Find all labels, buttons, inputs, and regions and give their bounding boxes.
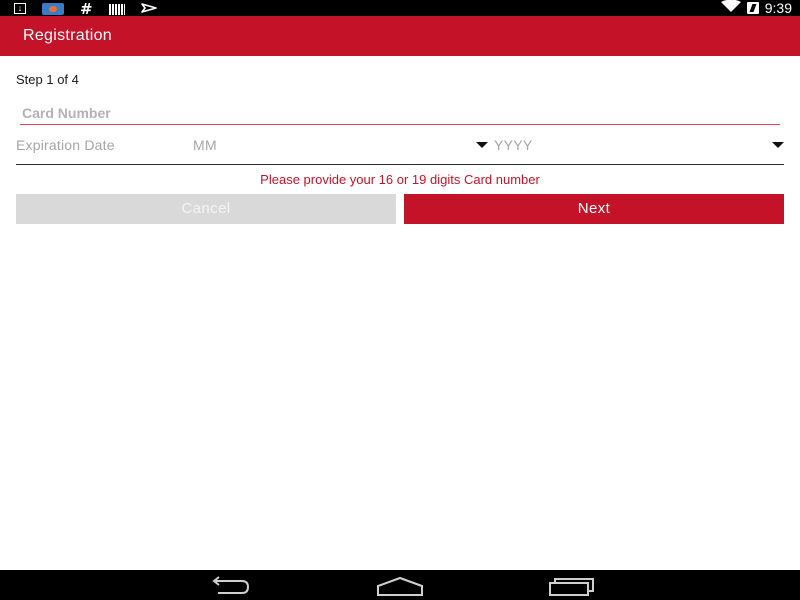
barcode-icon xyxy=(108,3,125,15)
expiration-year-value: YYYY xyxy=(494,137,533,153)
card-number-input[interactable] xyxy=(22,105,762,121)
battery-charging-icon xyxy=(746,2,759,14)
page-title: Registration xyxy=(23,27,112,44)
notification-icons: ↓ # xyxy=(14,0,173,18)
wifi-icon xyxy=(720,0,747,17)
airplane-icon xyxy=(140,1,157,15)
navigation-bar xyxy=(0,570,800,600)
expiration-date-row: Expiration Date MM YYYY xyxy=(16,134,784,165)
app-bar: Registration xyxy=(0,16,800,56)
expiration-month-select[interactable]: MM xyxy=(192,134,488,158)
expiration-date-label: Expiration Date xyxy=(16,137,115,153)
dropdown-arrow-icon xyxy=(476,142,488,148)
status-bar: ↓ # 9:39 xyxy=(0,0,800,18)
card-number-field xyxy=(20,102,780,125)
back-icon[interactable] xyxy=(204,574,254,596)
system-icons: 9:39 xyxy=(720,0,792,17)
registration-screen: ↓ # 9:39 Registration Step 1 of 4 Card N… xyxy=(0,0,800,600)
validation-error-message: Please provide your 16 or 19 digits Card… xyxy=(260,172,540,187)
step-indicator: Step 1 of 4 xyxy=(16,72,79,87)
dropdown-arrow-icon xyxy=(772,142,784,148)
home-icon[interactable] xyxy=(375,574,425,596)
expiration-year-select[interactable]: YYYY xyxy=(492,134,784,158)
download-icon: ↓ xyxy=(14,3,26,14)
recents-icon[interactable] xyxy=(546,574,596,596)
next-button[interactable]: Next xyxy=(404,194,784,224)
game-icon xyxy=(42,2,64,15)
expiration-month-value: MM xyxy=(193,137,217,153)
clock: 9:39 xyxy=(764,0,792,16)
cancel-button[interactable]: Cancel xyxy=(16,194,396,224)
hash-icon: # xyxy=(80,0,93,18)
